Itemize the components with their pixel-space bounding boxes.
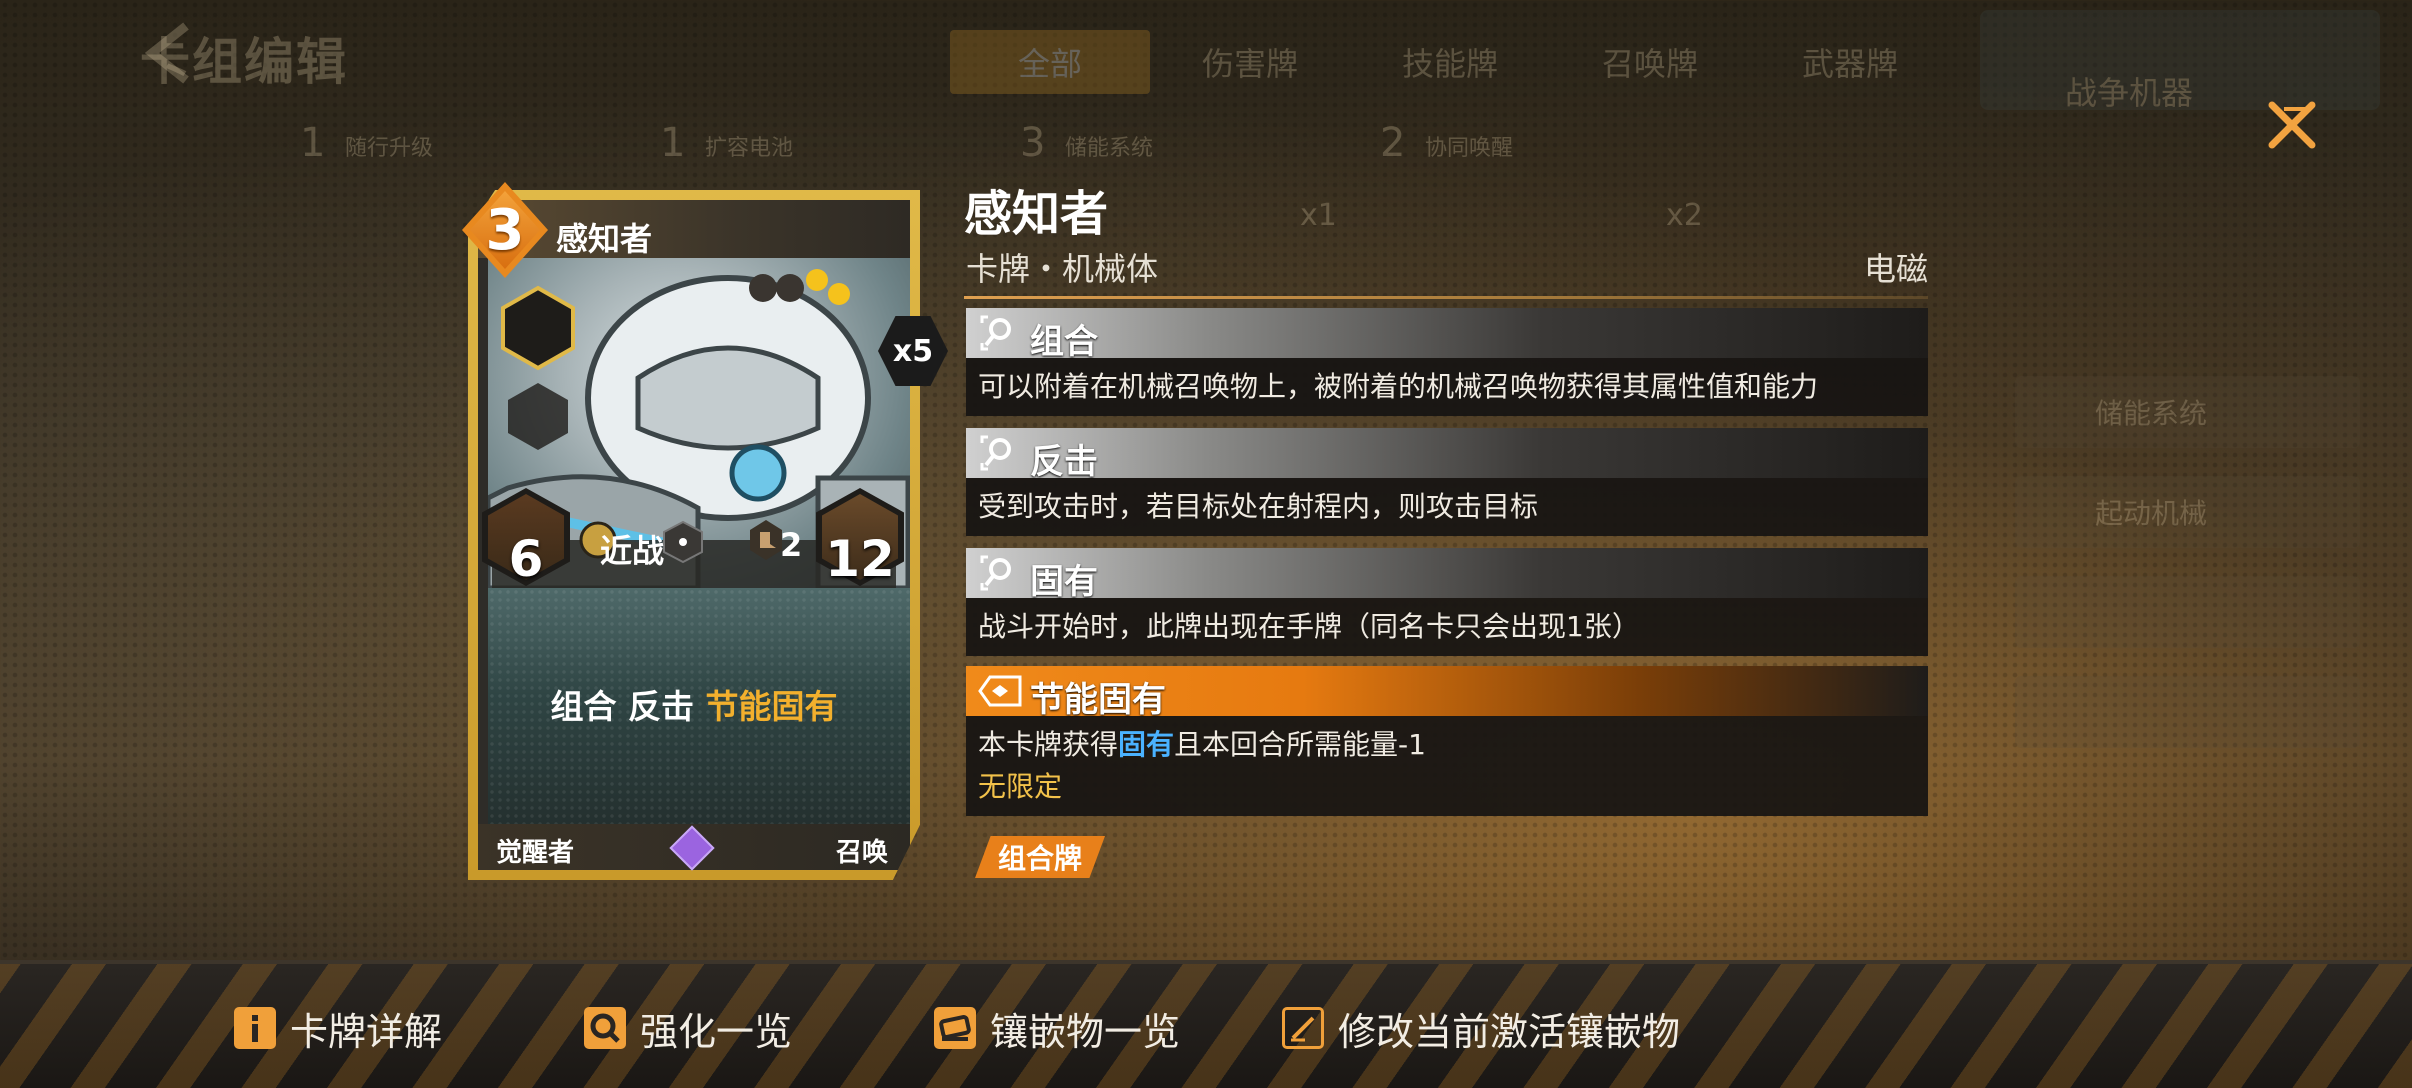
card-category-tag: 组合牌 <box>975 836 1105 878</box>
bg-tab-all: 全部 <box>950 30 1150 94</box>
card-faction: 觉醒者 <box>496 838 575 868</box>
card-cost: 3 <box>485 197 525 263</box>
inlay-icon <box>934 1007 976 1049</box>
card-attack-type: 近战 <box>600 532 665 570</box>
bg-tab-skill: 技能牌 <box>1401 45 1498 83</box>
ability-key-icon <box>980 555 1011 591</box>
card-range: 2 <box>780 526 803 564</box>
ability-name: 反击 <box>1030 442 1098 482</box>
rarity-gem-icon <box>669 825 715 871</box>
card-details-button[interactable]: 卡牌详解 <box>234 1004 442 1054</box>
ability-block: 组合 可以附着在机械召唤物上，被附着的机械召唤物获得其属性值和能力 <box>966 308 1928 416</box>
detail-element: 电磁 <box>1863 250 1928 288</box>
background-title: 卡组编辑 <box>140 33 348 91</box>
ability-header: 组合 <box>966 308 1928 362</box>
inlay-overview-label: 镶嵌物一览 <box>990 1009 1181 1054</box>
bg-tab-damage: 伤害牌 <box>1201 45 1298 83</box>
bg-right-item: 储能系统 <box>2015 376 2360 448</box>
ability-name: 组合 <box>1030 322 1098 362</box>
bg-tab-weapon: 武器牌 <box>1801 45 1898 83</box>
bg-count: x1 <box>1300 198 1337 233</box>
bg-tab-summon: 召唤牌 <box>1601 45 1698 83</box>
card-type: 召唤 <box>835 838 888 868</box>
bg-slot-cost: 1 <box>300 120 326 166</box>
ability-desc: 受到攻击时，若目标处在射程内，则攻击目标 <box>978 490 1539 523</box>
background-tabs: 全部 伤害牌 技能牌 召唤牌 武器牌 <box>950 30 1950 94</box>
inlay-tag-icon <box>978 675 1022 707</box>
detail-subtitle: 卡牌・机械体 <box>966 250 1159 288</box>
special-ability-name: 节能固有 <box>1030 680 1166 720</box>
card-keywords-gold: 节能固有 <box>705 687 838 726</box>
bg-slot-cost: 1 <box>660 120 686 166</box>
inlay-overview-button[interactable]: 镶嵌物一览 <box>934 1004 1180 1054</box>
bg-slot-label: 协同唤醒 <box>1425 136 1514 161</box>
ability-header: 固有 <box>966 548 1928 602</box>
card-details-label: 卡牌详解 <box>290 1009 443 1054</box>
magnifier-icon <box>584 1007 626 1049</box>
card-attack: 6 <box>508 530 544 588</box>
ability-key-icon <box>980 435 1011 471</box>
bg-slot-cost: 2 <box>1380 120 1406 166</box>
special-ability-header: 节能固有 <box>966 666 1928 720</box>
bg-slot-label: 储能系统 <box>1065 136 1154 161</box>
ability-block: 反击 受到攻击时，若目标处在射程内，则攻击目标 <box>966 428 1928 536</box>
ability-header: 反击 <box>966 428 1928 482</box>
detail-divider <box>964 296 1928 299</box>
special-desc-prefix: 本卡牌获得 <box>978 728 1119 761</box>
bottom-toolbar: 卡牌详解 强化一览 镶嵌物一览 修改当前激活镶嵌物 <box>0 960 2412 1088</box>
bg-right-panel-title: 战争机器 <box>2065 74 2194 112</box>
card-keywords-white: 组合 反击 <box>550 687 695 726</box>
bg-right-item <box>2015 576 2360 648</box>
bg-right-item <box>2015 676 2360 748</box>
bg-slot-label: 扩容电池 <box>705 136 794 161</box>
bg-slot-label: 随行升级 <box>345 136 434 161</box>
special-limit: 无限定 <box>978 770 1063 803</box>
boot-icon <box>750 520 782 560</box>
bg-right-item: 起动机械 <box>2015 476 2360 548</box>
special-ability-desc: 本卡牌获得固有且本回合所需能量-1 无限定 <box>966 716 1928 816</box>
card-name: 感知者 <box>556 220 653 258</box>
upgrade-overview-button[interactable]: 强化一览 <box>584 1004 792 1054</box>
detail-title: 感知者 <box>964 186 1109 242</box>
ability-name: 固有 <box>1030 562 1098 602</box>
edit-active-inlay-label: 修改当前激活镶嵌物 <box>1338 1009 1681 1054</box>
card-keywords: 组合 反击 节能固有 <box>478 680 910 728</box>
range-hex-icon <box>663 520 703 564</box>
special-desc-highlight: 固有 <box>1118 728 1175 761</box>
special-ability-block: 节能固有 本卡牌获得固有且本回合所需能量-1 无限定 <box>966 666 1928 816</box>
special-desc-suffix: 且本回合所需能量-1 <box>1174 728 1426 761</box>
ability-block: 固有 战斗开始时，此牌出现在手牌（同名卡只会出现1张） <box>966 548 1928 656</box>
ability-desc: 可以附着在机械召唤物上，被附着的机械召唤物获得其属性值和能力 <box>978 370 1819 403</box>
ability-desc: 战斗开始时，此牌出现在手牌（同名卡只会出现1张） <box>978 610 1640 643</box>
edit-active-inlay-button[interactable]: 修改当前激活镶嵌物 <box>1282 1004 1680 1054</box>
ability-key-icon <box>980 315 1011 351</box>
close-icon[interactable] <box>2262 95 2322 155</box>
card-health: 12 <box>825 530 895 588</box>
bg-count: x2 <box>1666 198 1703 233</box>
info-icon <box>234 1007 276 1049</box>
upgrade-overview-label: 强化一览 <box>640 1009 793 1054</box>
card-footer: 觉醒者 召唤 <box>478 824 910 871</box>
edit-icon <box>1282 1007 1324 1049</box>
bg-slot-cost: 3 <box>1020 120 1046 166</box>
